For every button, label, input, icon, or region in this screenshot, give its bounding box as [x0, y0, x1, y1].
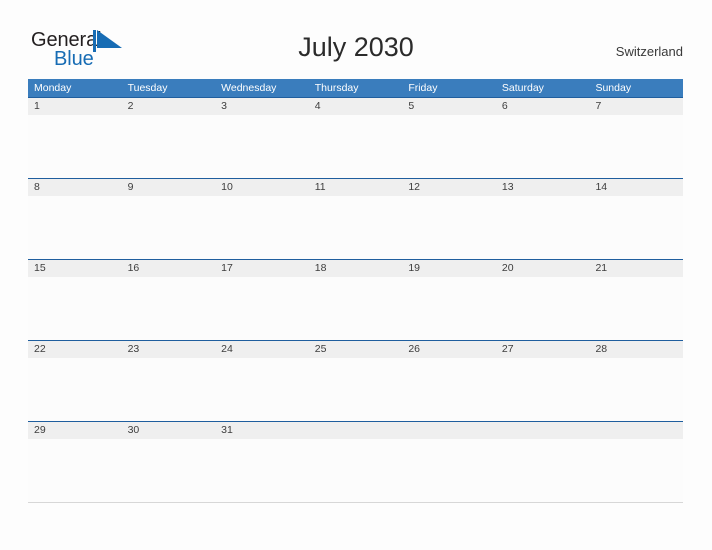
day-number[interactable]: 10 — [215, 179, 309, 196]
week-event-area — [28, 277, 683, 340]
day-event-cell[interactable] — [589, 115, 683, 178]
calendar-page: General Blue July 2030 Switzerland Monda… — [0, 0, 712, 550]
day-number[interactable]: 29 — [28, 422, 122, 439]
week-date-band: 22 23 24 25 26 27 28 — [28, 341, 683, 358]
day-event-cell[interactable] — [402, 358, 496, 421]
day-event-cell[interactable] — [28, 439, 122, 502]
calendar-week-row: 15 16 17 18 19 20 21 — [28, 259, 683, 340]
day-number[interactable]: 15 — [28, 260, 122, 277]
day-number[interactable]: 6 — [496, 98, 590, 115]
day-number[interactable]: 13 — [496, 179, 590, 196]
grid-bottom-border — [28, 502, 683, 503]
day-event-cell[interactable] — [122, 277, 216, 340]
day-number[interactable]: 3 — [215, 98, 309, 115]
day-event-cell[interactable] — [589, 277, 683, 340]
day-event-cell[interactable] — [496, 196, 590, 259]
region-label: Switzerland — [615, 44, 683, 59]
day-number[interactable]: 26 — [402, 341, 496, 358]
day-number[interactable]: 30 — [122, 422, 216, 439]
day-event-cell[interactable] — [28, 196, 122, 259]
day-event-cell-empty — [496, 439, 590, 502]
day-number[interactable]: 17 — [215, 260, 309, 277]
day-number[interactable]: 28 — [589, 341, 683, 358]
week-date-band: 15 16 17 18 19 20 21 — [28, 260, 683, 277]
day-event-cell[interactable] — [122, 439, 216, 502]
day-event-cell[interactable] — [122, 358, 216, 421]
weekday-header-row: Monday Tuesday Wednesday Thursday Friday… — [28, 79, 683, 97]
day-event-cell[interactable] — [215, 358, 309, 421]
day-event-cell[interactable] — [496, 115, 590, 178]
day-event-cell[interactable] — [402, 277, 496, 340]
weekday-header-saturday: Saturday — [501, 82, 544, 94]
day-event-cell[interactable] — [28, 115, 122, 178]
day-number[interactable]: 1 — [28, 98, 122, 115]
week-event-area — [28, 358, 683, 421]
day-number-empty — [309, 422, 403, 439]
day-event-cell[interactable] — [589, 358, 683, 421]
day-number[interactable]: 24 — [215, 341, 309, 358]
day-event-cell[interactable] — [309, 196, 403, 259]
day-number[interactable]: 2 — [122, 98, 216, 115]
day-number[interactable]: 22 — [28, 341, 122, 358]
day-number[interactable]: 12 — [402, 179, 496, 196]
day-event-cell[interactable] — [402, 115, 496, 178]
week-event-area — [28, 115, 683, 178]
day-number-empty — [589, 422, 683, 439]
day-number-empty — [402, 422, 496, 439]
day-event-cell-empty — [402, 439, 496, 502]
week-event-area — [28, 439, 683, 502]
day-event-cell[interactable] — [215, 439, 309, 502]
day-event-cell[interactable] — [309, 277, 403, 340]
day-number[interactable]: 8 — [28, 179, 122, 196]
day-number[interactable]: 21 — [589, 260, 683, 277]
week-date-band: 8 9 10 11 12 13 14 — [28, 179, 683, 196]
day-event-cell[interactable] — [589, 196, 683, 259]
calendar-week-row: 22 23 24 25 26 27 28 — [28, 340, 683, 421]
day-event-cell[interactable] — [122, 196, 216, 259]
day-number[interactable]: 14 — [589, 179, 683, 196]
day-number[interactable]: 7 — [589, 98, 683, 115]
day-number[interactable]: 11 — [309, 179, 403, 196]
weekday-header-thursday: Thursday — [314, 82, 359, 94]
week-date-band: 1 2 3 4 5 6 7 — [28, 98, 683, 115]
day-event-cell[interactable] — [122, 115, 216, 178]
day-number[interactable]: 5 — [402, 98, 496, 115]
day-number-empty — [496, 422, 590, 439]
day-number[interactable]: 25 — [309, 341, 403, 358]
week-date-band: 29 30 31 — [28, 422, 683, 439]
day-number[interactable]: 9 — [122, 179, 216, 196]
weekday-header-wednesday: Wednesday — [221, 82, 277, 94]
page-header: General Blue July 2030 Switzerland — [0, 0, 712, 76]
week-event-area — [28, 196, 683, 259]
weekday-header-friday: Friday — [408, 82, 438, 94]
day-event-cell[interactable] — [215, 196, 309, 259]
day-number[interactable]: 27 — [496, 341, 590, 358]
page-title: July 2030 — [298, 32, 414, 62]
weekday-header-sunday: Sunday — [595, 82, 632, 94]
day-event-cell[interactable] — [215, 277, 309, 340]
day-event-cell-empty — [589, 439, 683, 502]
day-event-cell-empty — [309, 439, 403, 502]
day-event-cell[interactable] — [309, 115, 403, 178]
day-event-cell[interactable] — [28, 358, 122, 421]
calendar-week-row: 8 9 10 11 12 13 14 — [28, 178, 683, 259]
day-number[interactable]: 31 — [215, 422, 309, 439]
day-event-cell[interactable] — [496, 358, 590, 421]
calendar-week-row: 29 30 31 — [28, 421, 683, 502]
calendar-week-row: 1 2 3 4 5 6 7 — [28, 97, 683, 178]
day-event-cell[interactable] — [496, 277, 590, 340]
weekday-header-monday: Monday — [34, 82, 72, 94]
day-event-cell[interactable] — [215, 115, 309, 178]
day-number[interactable]: 20 — [496, 260, 590, 277]
day-event-cell[interactable] — [309, 358, 403, 421]
day-number[interactable]: 23 — [122, 341, 216, 358]
day-event-cell[interactable] — [402, 196, 496, 259]
calendar-grid: Monday Tuesday Wednesday Thursday Friday… — [28, 79, 683, 503]
day-number[interactable]: 19 — [402, 260, 496, 277]
day-number[interactable]: 4 — [309, 98, 403, 115]
weekday-header-tuesday: Tuesday — [127, 82, 168, 94]
day-number[interactable]: 16 — [122, 260, 216, 277]
day-event-cell[interactable] — [28, 277, 122, 340]
day-number[interactable]: 18 — [309, 260, 403, 277]
